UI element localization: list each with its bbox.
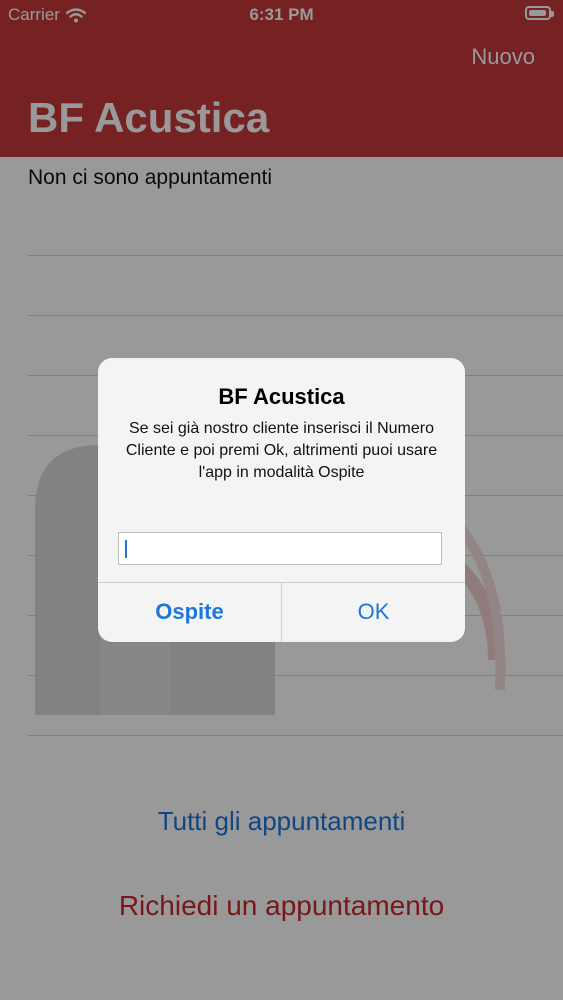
alert-message: Se sei già nostro cliente inserisci il N… bbox=[125, 420, 438, 481]
alert-title: BF Acustica bbox=[218, 384, 345, 409]
guest-button[interactable]: Ospite bbox=[98, 582, 281, 642]
login-alert: BF Acustica Se sei già nostro cliente in… bbox=[98, 358, 465, 642]
ok-button[interactable]: OK bbox=[282, 582, 465, 642]
customer-number-input[interactable] bbox=[118, 532, 442, 565]
text-cursor bbox=[125, 540, 127, 558]
